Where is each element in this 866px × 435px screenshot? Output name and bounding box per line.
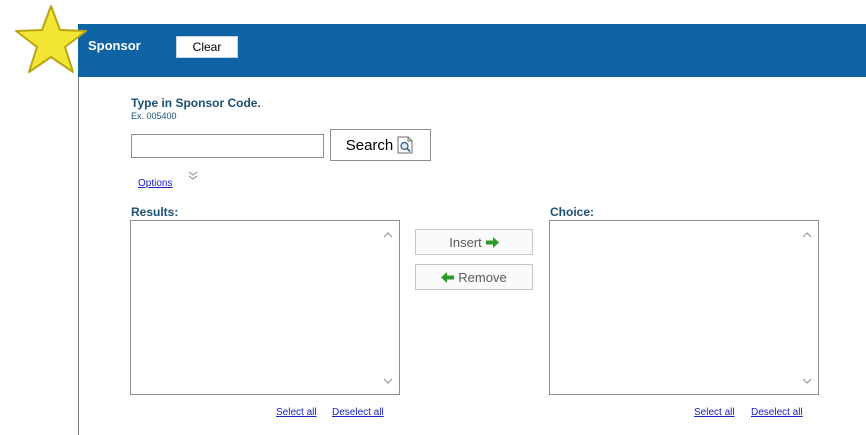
search-button[interactable]: Search [330, 129, 431, 161]
prompt-title: Type in Sponsor Code. [131, 96, 261, 110]
results-label: Results: [131, 205, 179, 219]
arrow-right-icon [485, 236, 499, 248]
scroll-up-icon[interactable] [802, 230, 812, 240]
left-divider [78, 77, 79, 435]
prompt-example: Ex. 005400 [131, 111, 177, 121]
arrow-left-icon [441, 271, 455, 283]
scroll-down-icon[interactable] [383, 376, 393, 386]
results-listbox[interactable] [130, 220, 400, 395]
sponsor-code-input[interactable] [131, 134, 324, 158]
header-title: Sponsor [88, 38, 141, 53]
scroll-down-icon[interactable] [802, 376, 812, 386]
results-select-all-link[interactable]: Select all [276, 407, 317, 418]
choice-listbox[interactable] [549, 220, 819, 395]
scroll-up-icon[interactable] [383, 230, 393, 240]
insert-label: Insert [449, 234, 482, 250]
choice-select-all-link[interactable]: Select all [694, 407, 735, 418]
results-deselect-all-link[interactable]: Deselect all [332, 407, 384, 418]
search-button-label: Search [345, 136, 394, 154]
insert-button[interactable]: Insert [415, 229, 533, 255]
star-icon [15, 5, 87, 73]
remove-button[interactable]: Remove [415, 264, 533, 290]
remove-label: Remove [458, 269, 507, 285]
double-chevron-down-icon[interactable] [188, 171, 198, 181]
choice-deselect-all-link[interactable]: Deselect all [751, 407, 803, 418]
magnifier-icon [397, 136, 413, 154]
options-link[interactable]: Options [138, 178, 172, 189]
choice-label: Choice: [550, 205, 595, 219]
clear-button[interactable]: Clear [176, 36, 238, 58]
